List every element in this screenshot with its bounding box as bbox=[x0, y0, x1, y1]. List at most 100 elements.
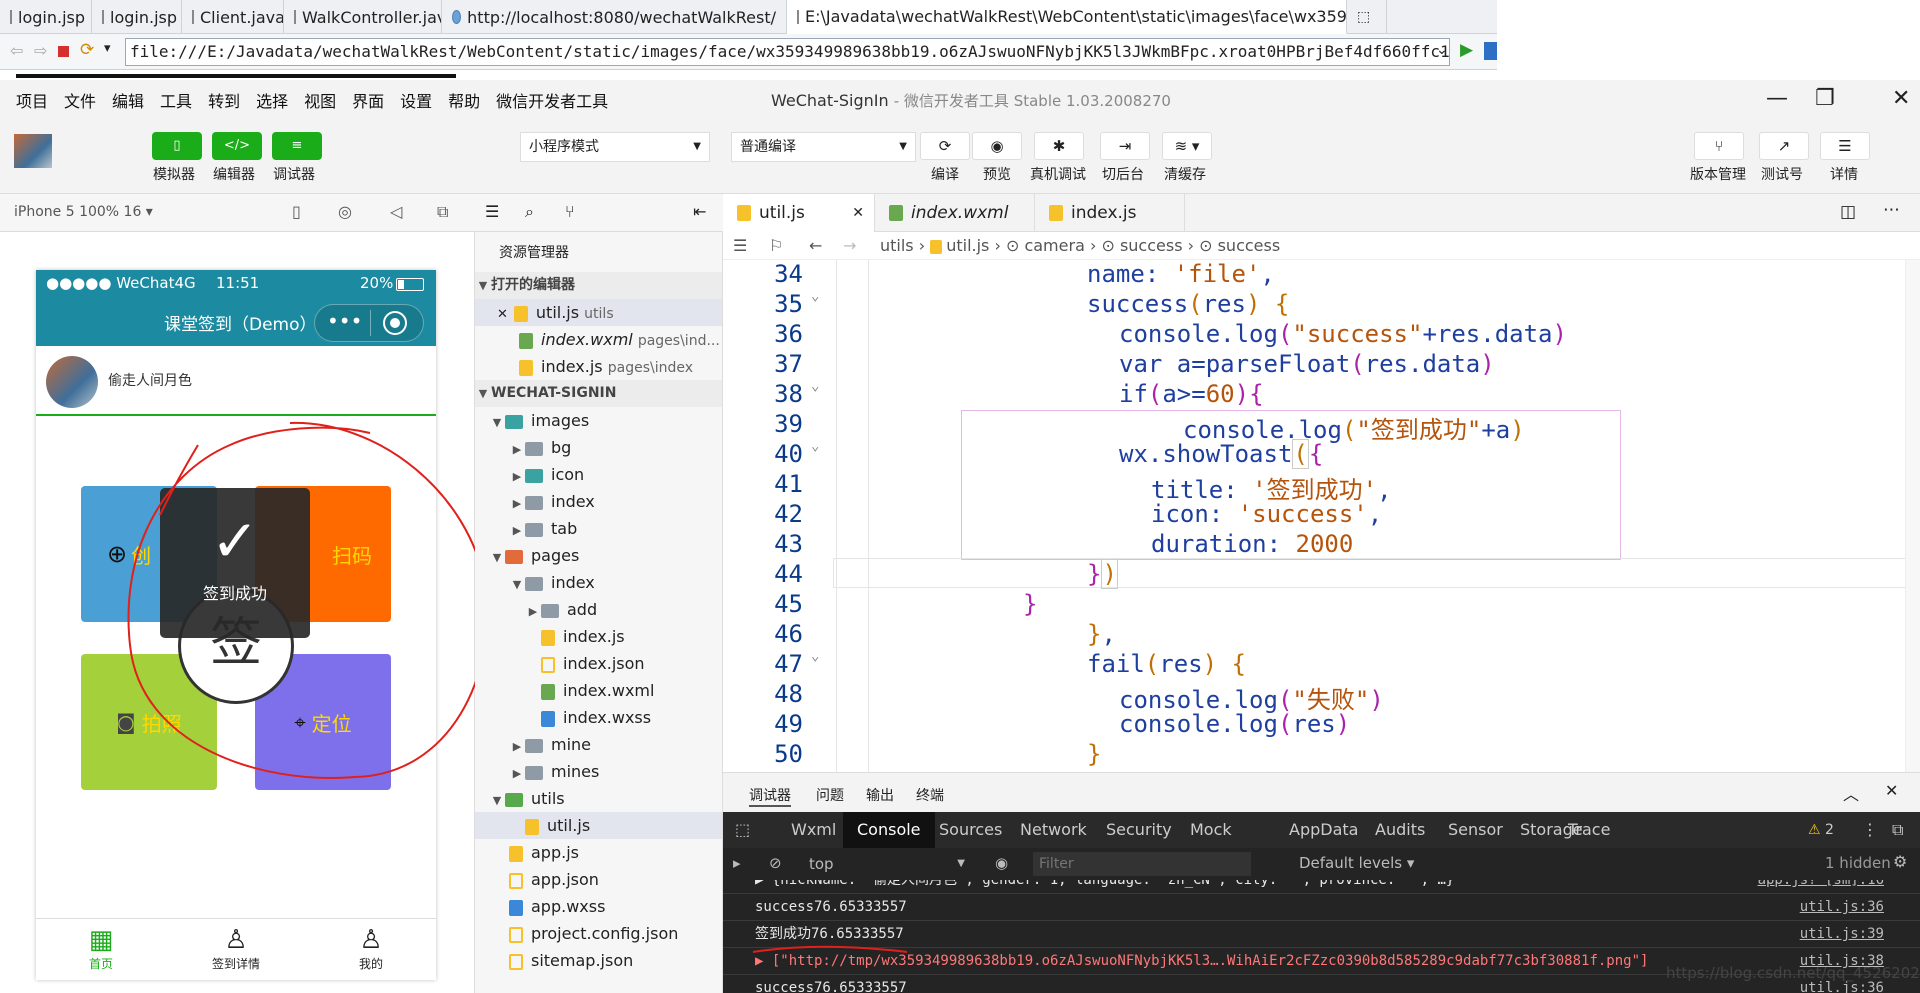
menu-view[interactable]: 视图 bbox=[296, 88, 344, 112]
tree-item[interactable]: ▼ pages bbox=[475, 542, 722, 569]
tab-mine[interactable]: ♙ 我的 bbox=[326, 925, 416, 972]
new-tab-button[interactable]: ⬚ bbox=[1347, 0, 1387, 34]
menu-help[interactable]: 帮助 bbox=[440, 88, 488, 112]
filter-input[interactable] bbox=[1033, 852, 1251, 876]
menu-wechat-devtools[interactable]: 微信开发者工具 bbox=[488, 88, 616, 112]
close-window-icon[interactable]: ✕ bbox=[1892, 86, 1910, 111]
menu-tools[interactable]: 工具 bbox=[152, 88, 200, 112]
tab-audits[interactable]: Audits bbox=[1375, 812, 1425, 848]
eye-icon[interactable]: ◉ bbox=[995, 854, 1008, 872]
menu-interface[interactable]: 界面 bbox=[344, 88, 392, 112]
tab-index-wxml[interactable]: index.wxml bbox=[875, 194, 1035, 232]
browser-tab-active[interactable]: E:\Javadata\wechatWalkRest\WebContent\st… bbox=[787, 0, 1347, 34]
tree-item[interactable]: ▼ index bbox=[475, 569, 722, 596]
fold-chevron-icon[interactable]: ⌄ bbox=[811, 378, 819, 394]
menu-project[interactable]: 项目 bbox=[8, 88, 56, 112]
capsule-menu[interactable]: ••• bbox=[314, 304, 424, 342]
compile-button[interactable]: ⟳ bbox=[920, 132, 970, 160]
forward-icon[interactable]: → bbox=[843, 232, 856, 260]
log-source-link[interactable]: app.js? [sm]:16 bbox=[1758, 880, 1884, 894]
tree-item[interactable]: index.wxml bbox=[475, 677, 722, 704]
tree-item[interactable]: ▶ add bbox=[475, 596, 722, 623]
log-source-link[interactable]: util.js:39 bbox=[1800, 921, 1884, 948]
stop-icon[interactable] bbox=[58, 46, 69, 57]
tab-console[interactable]: Console bbox=[843, 812, 935, 848]
more-vert-icon[interactable]: ⋮ bbox=[1862, 820, 1878, 839]
tab-output[interactable]: 输出 bbox=[866, 785, 894, 805]
editor-button[interactable]: </> bbox=[212, 132, 262, 160]
menu-file[interactable]: 文件 bbox=[56, 88, 104, 112]
warning-count[interactable]: ⚠ 2 bbox=[1808, 822, 1834, 838]
tab-util-js[interactable]: util.js ✕ bbox=[723, 194, 875, 232]
fold-chevron-icon[interactable]: ⌄ bbox=[811, 288, 819, 304]
debugger-button[interactable]: ≡ bbox=[272, 132, 322, 160]
tree-item[interactable]: ▶ index bbox=[475, 488, 722, 515]
browser-tab[interactable]: http://localhost:8080/wechatWalkRest/ bbox=[442, 0, 787, 34]
compile-mode-select[interactable]: 普通编译 ▼ bbox=[731, 132, 916, 162]
test-account-button[interactable]: ↗ bbox=[1759, 132, 1809, 160]
log-row[interactable]: success76.65333557 util.js:36 bbox=[723, 894, 1920, 921]
crumb[interactable]: camera bbox=[1024, 236, 1084, 255]
go-icon[interactable]: ▶ bbox=[1460, 40, 1473, 60]
clear-console-icon[interactable]: ⊘ bbox=[769, 854, 782, 872]
log-row[interactable]: ▶ {nickName: "偷走人间月色", gender: 1, langua… bbox=[723, 880, 1920, 894]
code-editor[interactable]: 34 35 36 37 38 39 40 41 42 43 44 45 46 4… bbox=[723, 260, 1920, 772]
tab-debugger[interactable]: 调试器 bbox=[749, 785, 791, 807]
list-icon[interactable]: ☰ bbox=[733, 232, 747, 260]
crumb[interactable]: success bbox=[1120, 236, 1183, 255]
tab-security[interactable]: Security bbox=[1106, 812, 1172, 848]
menu-settings[interactable]: 设置 bbox=[392, 88, 440, 112]
chevron-up-icon[interactable]: ︿ bbox=[1843, 781, 1859, 805]
simulator-button[interactable]: ▯ bbox=[152, 132, 202, 160]
split-editor-icon[interactable]: ◫ bbox=[1840, 202, 1856, 222]
crumb[interactable]: success bbox=[1218, 236, 1281, 255]
more-dots-icon[interactable]: ••• bbox=[327, 309, 362, 333]
tree-item[interactable]: app.wxss bbox=[475, 893, 722, 920]
more-icon[interactable]: ⋯ bbox=[1883, 200, 1900, 220]
tab-trace[interactable]: Trace bbox=[1568, 820, 1610, 839]
forward-icon[interactable]: ⇨ bbox=[34, 41, 47, 60]
details-button[interactable]: ☰ bbox=[1820, 132, 1870, 160]
branch-icon[interactable]: ⑂ bbox=[565, 202, 575, 221]
tree-item[interactable]: ▶ icon bbox=[475, 461, 722, 488]
tree-item[interactable]: ▼ utils bbox=[475, 785, 722, 812]
open-editors-header[interactable]: ▼ 打开的编辑器 bbox=[475, 272, 722, 299]
crumb[interactable]: utils bbox=[880, 236, 914, 255]
menu-goto[interactable]: 转到 bbox=[200, 88, 248, 112]
tree-item[interactable]: ▼ images bbox=[475, 407, 722, 434]
tab-problems[interactable]: 问题 bbox=[816, 785, 844, 805]
collapse-panel-icon[interactable]: ⇤ bbox=[693, 202, 706, 221]
close-panel-icon[interactable]: ✕ bbox=[1885, 781, 1898, 800]
tab-mock[interactable]: Mock bbox=[1190, 812, 1232, 848]
list-icon[interactable]: ☰ bbox=[485, 202, 499, 221]
tab-wxml[interactable]: Wxml bbox=[791, 812, 836, 848]
fold-chevron-icon[interactable]: ⌄ bbox=[811, 648, 819, 664]
preview-button[interactable]: ◉ bbox=[972, 132, 1022, 160]
sidebar-toggle-icon[interactable]: ▸ bbox=[733, 854, 741, 872]
tree-item[interactable]: ▶ mines bbox=[475, 758, 722, 785]
background-button[interactable]: ⇥ bbox=[1100, 132, 1150, 160]
back-icon[interactable]: ⇦ bbox=[10, 41, 23, 60]
inspect-icon[interactable]: ⬚ bbox=[735, 820, 750, 839]
close-miniprogram-icon[interactable] bbox=[383, 311, 407, 335]
menu-edit[interactable]: 编辑 bbox=[104, 88, 152, 112]
address-dropdown-icon[interactable]: ⌄ bbox=[1436, 42, 1448, 58]
tree-item[interactable]: app.json bbox=[475, 866, 722, 893]
open-file-item[interactable]: index.wxml pages\ind... bbox=[475, 326, 722, 353]
phone-icon[interactable]: ▯ bbox=[292, 202, 301, 221]
real-device-debug-button[interactable]: ✱ bbox=[1034, 132, 1084, 160]
avatar[interactable] bbox=[14, 134, 52, 168]
browser-tab[interactable]: WalkController.java bbox=[284, 0, 442, 34]
open-file-item[interactable]: index.js pages\index bbox=[475, 353, 722, 380]
clear-cache-button[interactable]: ≋ ▾ bbox=[1162, 132, 1212, 160]
gear-icon[interactable]: ⚙ bbox=[1893, 852, 1907, 871]
new-window-icon[interactable]: ⧉ bbox=[437, 202, 448, 222]
tab-index-js[interactable]: index.js bbox=[1035, 194, 1185, 232]
tab-home[interactable]: ▦ 首页 bbox=[56, 925, 146, 972]
levels-select[interactable]: Default levels ▾ bbox=[1299, 854, 1414, 872]
tree-item[interactable]: index.json bbox=[475, 650, 722, 677]
tab-sensor[interactable]: Sensor bbox=[1448, 812, 1503, 848]
browser-tab[interactable]: Client.java bbox=[182, 0, 284, 34]
restore-icon[interactable]: ❐ bbox=[1815, 86, 1835, 111]
close-tab-icon[interactable]: ✕ bbox=[852, 194, 864, 232]
